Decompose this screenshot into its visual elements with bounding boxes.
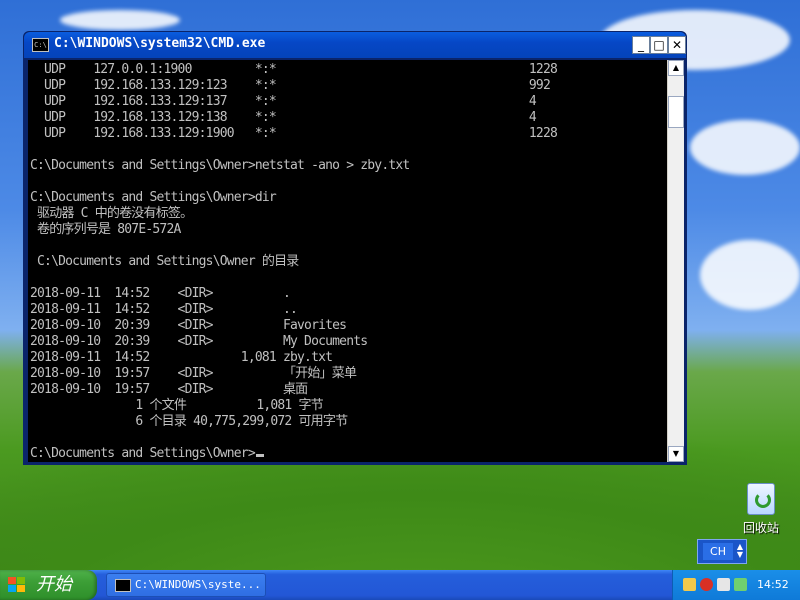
console-line: UDP 192.168.133.129:138 *:* 4 xyxy=(30,110,537,125)
maximize-button[interactable]: □ xyxy=(650,36,668,54)
start-label: 开始 xyxy=(36,574,72,595)
minimize-button[interactable]: _ xyxy=(632,36,650,54)
console-line: 2018-09-11 14:52 <DIR> .. xyxy=(30,302,298,317)
title-bar[interactable]: C:\ C:\WINDOWS\system32\CMD.exe _ □ ✕ xyxy=(24,32,686,58)
window-title: C:\WINDOWS\system32\CMD.exe xyxy=(54,36,266,51)
taskbar: 开始 C:\WINDOWS\syste... 14:52 xyxy=(0,570,800,600)
console-line: 6 个目录 40,775,299,072 可用字节 xyxy=(30,414,348,429)
taskbar-item-cmd[interactable]: C:\WINDOWS\syste... xyxy=(106,573,266,597)
console-line: UDP 127.0.0.1:1900 *:* 1228 xyxy=(30,62,558,77)
console-line: 1 个文件 1,081 字节 xyxy=(30,398,323,413)
system-tray: 14:52 xyxy=(672,570,800,600)
start-button[interactable]: 开始 xyxy=(0,570,97,600)
console-prompt[interactable]: C:\Documents and Settings\Owner> xyxy=(30,446,264,462)
scroll-down-icon: ▼ xyxy=(672,449,680,458)
close-icon: ✕ xyxy=(671,38,683,52)
close-button[interactable]: ✕ xyxy=(668,36,686,54)
scroll-up-button[interactable]: ▲ xyxy=(668,60,684,76)
cmd-window[interactable]: C:\ C:\WINDOWS\system32\CMD.exe _ □ ✕ UD… xyxy=(23,31,687,465)
taskbar-item-label: C:\WINDOWS\syste... xyxy=(135,578,261,591)
console-line: 2018-09-10 20:39 <DIR> Favorites xyxy=(30,318,347,333)
console-line: 2018-09-10 19:57 <DIR> 「开始」菜单 xyxy=(30,366,357,381)
console-line: 2018-09-10 19:57 <DIR> 桌面 xyxy=(30,382,308,397)
console-line: 2018-09-11 14:52 <DIR> . xyxy=(30,286,291,301)
cloud xyxy=(700,240,800,310)
console-line: 2018-09-10 20:39 <DIR> My Documents xyxy=(30,334,368,349)
console-line: C:\Documents and Settings\Owner>netstat … xyxy=(30,158,410,173)
console-line: 卷的序列号是 807E-572A xyxy=(30,222,181,237)
cloud xyxy=(690,120,800,175)
maximize-icon: □ xyxy=(653,38,665,52)
console-line: UDP 192.168.133.129:1900 *:* 1228 xyxy=(30,126,558,141)
language-indicator[interactable]: CH xyxy=(703,543,733,560)
tray-network-icon[interactable] xyxy=(683,578,696,591)
scroll-down-button[interactable]: ▼ xyxy=(668,446,684,462)
language-bar[interactable]: CH ▲ ▼ xyxy=(697,539,747,564)
vertical-scrollbar[interactable]: ▲ ▼ xyxy=(667,60,684,462)
cloud xyxy=(60,10,180,30)
tray-security-icon[interactable] xyxy=(700,578,713,591)
recycle-bin-label: 回收站 xyxy=(742,521,779,535)
console-line: UDP 192.168.133.129:137 *:* 4 xyxy=(30,94,537,109)
minimize-icon: _ xyxy=(638,38,644,52)
console-line: 驱动器 C 中的卷没有标签。 xyxy=(30,206,193,221)
console-line: C:\Documents and Settings\Owner>dir xyxy=(30,190,277,205)
console-output[interactable]: UDP 127.0.0.1:1900 *:* 1228 UDP 192.168.… xyxy=(28,60,667,462)
console-line: C:\Documents and Settings\Owner 的目录 xyxy=(30,254,299,269)
clock[interactable]: 14:52 xyxy=(757,570,789,600)
windows-flag-icon xyxy=(8,577,26,593)
recycle-bin[interactable]: 回收站 xyxy=(738,483,784,536)
tray-update-icon[interactable] xyxy=(734,578,747,591)
console-line: 2018-09-11 14:52 1,081 zby.txt xyxy=(30,350,333,365)
cmd-icon xyxy=(115,579,131,592)
prompt-text: C:\Documents and Settings\Owner> xyxy=(30,446,256,461)
cmd-icon[interactable]: C:\ xyxy=(32,38,49,52)
scroll-thumb[interactable] xyxy=(668,96,684,128)
scroll-up-icon: ▲ xyxy=(672,63,680,72)
console-line: UDP 192.168.133.129:123 *:* 992 xyxy=(30,78,551,93)
text-cursor xyxy=(255,454,264,457)
language-options-icon[interactable]: ▲ ▼ xyxy=(737,543,743,559)
tray-speaker-icon[interactable] xyxy=(717,578,730,591)
recycle-bin-icon xyxy=(747,483,775,515)
